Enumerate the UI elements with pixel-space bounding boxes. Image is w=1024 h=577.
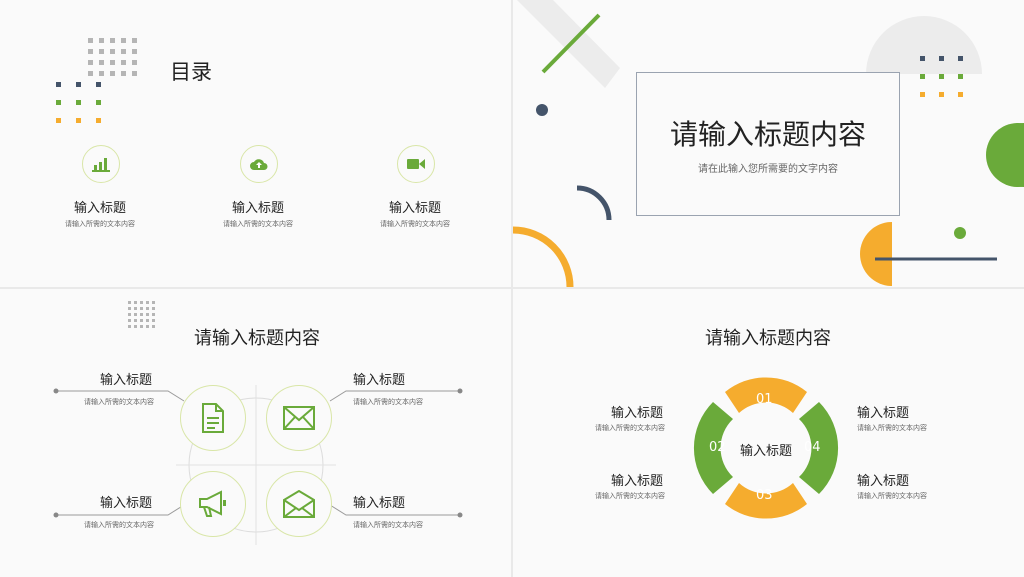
cycle-center-label: 输入标题 [739,444,792,459]
feature-3-title: 输入标题 [100,496,153,511]
toc-item-2-title: 输入标题 [231,201,284,216]
page-title: 目录 [170,60,212,84]
mail-icon [283,406,315,430]
toc-item-1-title: 输入标题 [73,201,126,216]
feature-3-desc: 请输入所需的文本内容 [84,521,154,529]
slide-four-icons[interactable]: 请输入标题内容 输入标题 请输入所需的文本内容 输入标题 请输入所需的文本内容 … [0,289,511,577]
document-icon [202,403,224,433]
cycle-item-3-desc: 请输入所需的文本内容 [857,424,927,432]
cycle-item-4-desc: 请输入所需的文本内容 [857,492,927,500]
segment-04-label: 04 [804,440,821,455]
segment-01-label: 01 [756,392,773,407]
slide-cover[interactable]: 请输入标题内容 请在此输入您所需要的文字内容 [513,0,1024,287]
feature-3-icon-circle[interactable] [180,471,246,537]
cycle-item-2-desc: 请输入所需的文本内容 [595,492,665,500]
slide-cycle[interactable]: 请输入标题内容 01 02 03 04 输入标题 输入标题 请输入所需的文本内容… [513,289,1024,577]
cycle-item-4-title: 输入标题 [857,474,910,489]
feature-1-desc: 请输入所需的文本内容 [84,398,154,406]
cover-title: 请输入标题内容 [669,118,866,151]
segment-02-label: 02 [709,440,726,455]
toc-item-3-desc: 请输入所需的文本内容 [380,220,450,228]
connector-lines [53,385,463,545]
cover-subtitle: 请在此输入您所需要的文字内容 [698,164,838,175]
cycle-item-1-title: 输入标题 [611,406,664,421]
toc-item-3-title: 输入标题 [388,201,441,216]
toc-item-2-icon-circle[interactable] [240,145,278,183]
feature-2-icon-circle[interactable] [266,385,332,451]
toc-item-3-icon-circle[interactable] [397,145,435,183]
envelope-icon [283,490,315,518]
feature-2-desc: 请输入所需的文本内容 [353,398,423,406]
feature-2-title: 输入标题 [353,373,406,388]
feature-4-icon-circle[interactable] [266,471,332,537]
cycle-item-2-title: 输入标题 [611,474,664,489]
cloud-upload-icon [250,159,268,170]
slide-toc[interactable]: 目录 输入标题 请输入所需的文本内容 输入标题 请输入所需的文本内容 输入标题 … [0,0,511,287]
cycle-item-3-title: 输入标题 [857,406,910,421]
video-camera-icon [407,159,425,169]
feature-1-title: 输入标题 [100,373,153,388]
bar-chart-icon [92,158,110,172]
toc-item-1-icon-circle[interactable] [82,145,120,183]
segment-03-label: 03 [756,488,773,503]
color-dot-grid [56,82,106,126]
gray-dot-grid [88,38,140,86]
cycle-item-1-desc: 请输入所需的文本内容 [595,424,665,432]
feature-1-icon-circle[interactable] [180,385,246,451]
toc-item-1-desc: 请输入所需的文本内容 [65,220,135,228]
cycle-diagram [693,377,839,519]
feature-4-desc: 请输入所需的文本内容 [353,521,423,529]
feature-4-title: 输入标题 [353,496,406,511]
toc-item-2-desc: 请输入所需的文本内容 [223,220,293,228]
megaphone-icon [199,490,226,517]
